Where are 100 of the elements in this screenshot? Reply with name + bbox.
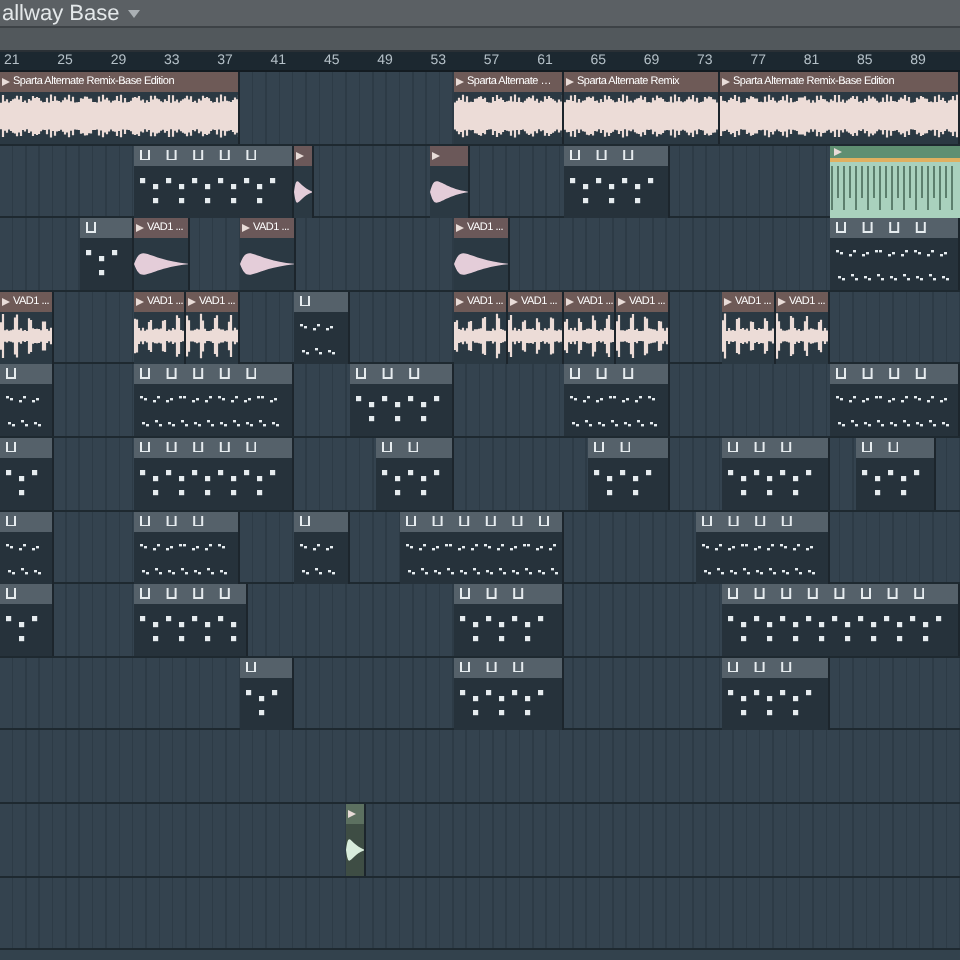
clip-header[interactable] [294,291,348,312]
clip-header[interactable] [564,145,668,166]
pattern-clip[interactable] [564,364,670,437]
clip-header[interactable] [240,657,292,678]
play-arrow-icon [722,78,730,86]
clip-header-marks-icon [6,588,16,600]
clip-header[interactable] [722,584,958,605]
clip-header-marks-icon [836,368,926,380]
pattern-clip[interactable] [294,511,350,584]
pattern-clip[interactable] [240,657,294,730]
pattern-clip[interactable] [856,437,936,510]
clip-header[interactable] [350,364,452,385]
pattern-clip[interactable] [0,364,54,437]
sample-clip[interactable] [430,145,470,218]
pattern-clip[interactable] [454,584,564,657]
clip-header-marks-icon [300,515,310,527]
play-arrow-icon [456,224,464,233]
play-arrow-icon [136,297,144,306]
clip-header[interactable] [0,364,52,385]
clip-header[interactable] [400,511,562,532]
play-arrow-icon [456,297,464,306]
clip-header-marks-icon [6,441,16,453]
play-arrow-icon [296,151,304,160]
clip-header[interactable] [134,511,238,532]
pattern-clip[interactable] [722,657,830,730]
pattern-clip[interactable] [722,584,960,657]
clip-header-marks-icon [140,441,257,453]
playlist-track[interactable] [0,584,960,658]
waveform-drawing [454,92,562,142]
pattern-clip[interactable] [722,437,830,510]
clip-header-marks-icon [594,441,631,453]
playlist-track[interactable] [0,437,960,512]
playlist-track[interactable] [0,364,960,438]
clip-header-marks-icon [6,368,16,380]
pattern-clip[interactable] [134,145,294,218]
pattern-clip[interactable] [564,145,670,218]
clip-header[interactable] [134,584,246,605]
clip-header[interactable] [856,437,934,458]
pattern-clip[interactable] [350,364,454,437]
pattern-clip[interactable] [134,584,248,657]
clip-header[interactable] [830,364,958,385]
clip-header-marks-icon [460,661,524,673]
waveform-drawing [564,311,614,362]
clip-header[interactable] [0,511,52,532]
clip-header[interactable] [134,364,292,385]
pattern-clip[interactable] [294,291,350,364]
pattern-clip[interactable] [400,511,564,584]
clip-header[interactable] [454,657,562,678]
clip-header[interactable] [696,511,828,532]
pattern-clip[interactable] [0,511,54,584]
clip-header[interactable] [830,218,958,239]
pattern-clip[interactable] [830,218,960,291]
synth-clip[interactable] [830,145,960,218]
play-arrow-icon [778,297,786,306]
waveform-drawing [186,311,238,362]
clip-header[interactable] [722,437,828,458]
caret-icon[interactable] [127,9,140,17]
playlist-track[interactable] [0,657,960,731]
pattern-clip[interactable] [588,437,670,510]
playlist-track[interactable] [0,803,960,878]
clip-header[interactable] [346,803,364,824]
waveform-drawing [616,311,668,362]
pattern-clip[interactable] [134,437,294,510]
sample-clip[interactable] [294,145,314,218]
pattern-clip[interactable] [0,437,54,510]
play-arrow-icon [724,297,732,306]
clip-header-marks-icon [382,441,419,453]
clip-header-marks-icon [246,661,256,673]
pattern-clip[interactable] [454,657,564,730]
pattern-clip[interactable] [134,511,240,584]
play-arrow-icon [432,151,440,160]
pattern-clip[interactable] [80,218,134,291]
clip-header-marks-icon [140,149,257,161]
clip-header[interactable] [588,437,668,458]
playlist-track[interactable] [0,145,960,219]
clip-header[interactable] [454,584,562,605]
clip-header[interactable] [564,364,668,385]
sample-clip[interactable] [346,803,366,876]
clip-header[interactable] [0,584,52,605]
clip-header[interactable] [376,437,452,458]
clip-header-marks-icon [728,588,925,600]
clip-header[interactable] [294,145,312,166]
pattern-clip[interactable] [134,364,294,437]
clip-header[interactable] [722,657,828,678]
playlist-track[interactable] [0,511,960,585]
clip-header[interactable] [80,218,132,239]
clip-header[interactable] [0,437,52,458]
pattern-clip[interactable] [696,511,830,584]
waveform-drawing [722,311,774,362]
pattern-clip[interactable] [830,364,960,437]
clip-header[interactable] [134,145,292,166]
clip-header-marks-icon [140,588,230,600]
pattern-clip[interactable] [376,437,454,510]
clip-header[interactable] [134,437,292,458]
pattern-clip[interactable] [0,584,54,657]
clip-header-marks-icon [140,515,204,527]
play-arrow-icon [618,297,626,306]
clip-header[interactable] [430,145,468,166]
play-arrow-icon [2,78,10,86]
clip-header[interactable] [294,511,348,532]
